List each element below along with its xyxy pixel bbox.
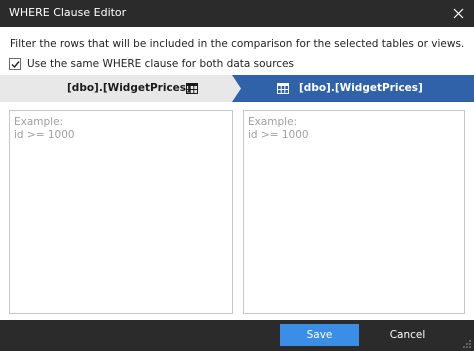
same-clause-checkbox[interactable]: [9, 58, 21, 70]
where-clause-editor-left[interactable]: Example: id >= 1000: [9, 110, 233, 314]
cancel-button[interactable]: Cancel: [368, 324, 447, 346]
save-button[interactable]: Save: [280, 324, 359, 346]
title-bar: WHERE Clause Editor: [0, 0, 474, 27]
editor-placeholder: Example: id >= 1000: [14, 116, 75, 141]
source-right-label: [dbo].[WidgetPrices]: [299, 82, 423, 94]
table-icon: [277, 83, 289, 94]
close-button[interactable]: [444, 0, 474, 27]
source-tab-right[interactable]: [dbo].[WidgetPrices]: [232, 75, 474, 102]
where-clause-editor-dialog: WHERE Clause Editor Filter the rows that…: [0, 0, 474, 351]
source-left-label: [dbo].[WidgetPrices]: [67, 82, 191, 94]
where-clause-editor-right[interactable]: Example: id >= 1000: [243, 110, 465, 314]
editor-placeholder: Example: id >= 1000: [248, 116, 309, 141]
dialog-footer: Save Cancel: [0, 320, 474, 351]
table-icon: [186, 83, 198, 94]
resize-grip-icon[interactable]: [462, 339, 472, 349]
close-icon: [453, 8, 464, 19]
data-sources-bar: [dbo].[WidgetPrices] [dbo].[WidgetPrices…: [0, 75, 474, 102]
source-tab-left[interactable]: [dbo].[WidgetPrices]: [0, 75, 232, 102]
same-clause-label: Use the same WHERE clause for both data …: [27, 58, 294, 70]
window-title: WHERE Clause Editor: [9, 6, 127, 19]
description-text: Filter the rows that will be included in…: [10, 38, 465, 50]
checkmark-icon: [11, 61, 20, 69]
